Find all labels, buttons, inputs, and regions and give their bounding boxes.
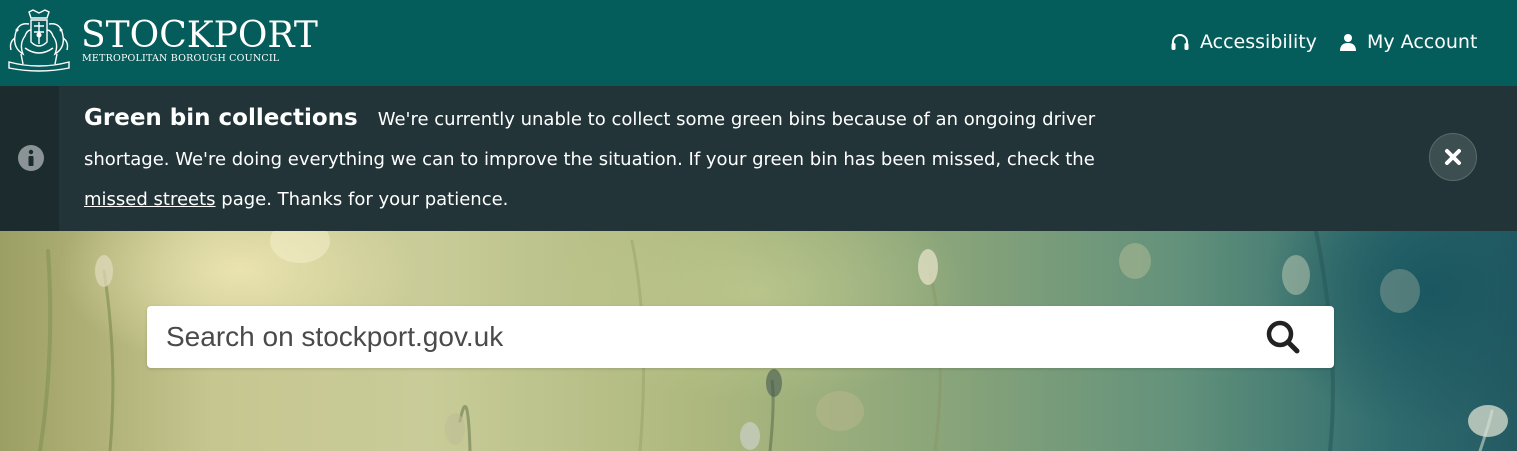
close-alert-button[interactable] <box>1429 133 1477 181</box>
coat-of-arms-icon <box>8 9 70 72</box>
accessibility-link[interactable]: Accessibility <box>1170 28 1317 56</box>
alert-icon-bar <box>0 86 59 231</box>
alert-body-end: page. Thanks for your patience. <box>215 189 509 210</box>
my-account-link[interactable]: My Account <box>1339 28 1477 56</box>
logo-title: STOCKPORT <box>81 15 318 56</box>
search-button[interactable] <box>1258 318 1308 356</box>
alert-banner: Green bin collections We're currently una… <box>0 86 1517 231</box>
close-icon <box>1445 149 1461 165</box>
search-icon <box>1266 320 1300 354</box>
missed-streets-link[interactable]: missed streets <box>84 189 216 210</box>
search-input[interactable] <box>147 306 1247 368</box>
user-icon <box>1340 34 1356 51</box>
site-search-form <box>147 306 1334 368</box>
hero-banner <box>0 231 1517 451</box>
headphones-icon <box>1171 34 1189 50</box>
council-logo-link[interactable]: STOCKPORT METROPOLITAN BOROUGH COUNCIL <box>3 8 323 76</box>
alert-heading: Green bin collections <box>84 105 358 131</box>
info-icon <box>18 145 44 171</box>
site-header: STOCKPORT METROPOLITAN BOROUGH COUNCIL A… <box>0 0 1517 86</box>
my-account-label: My Account <box>1367 31 1478 53</box>
alert-message: Green bin collections We're currently una… <box>84 98 1134 220</box>
accessibility-label: Accessibility <box>1200 31 1317 53</box>
logo-subtitle: METROPOLITAN BOROUGH COUNCIL <box>82 53 280 64</box>
